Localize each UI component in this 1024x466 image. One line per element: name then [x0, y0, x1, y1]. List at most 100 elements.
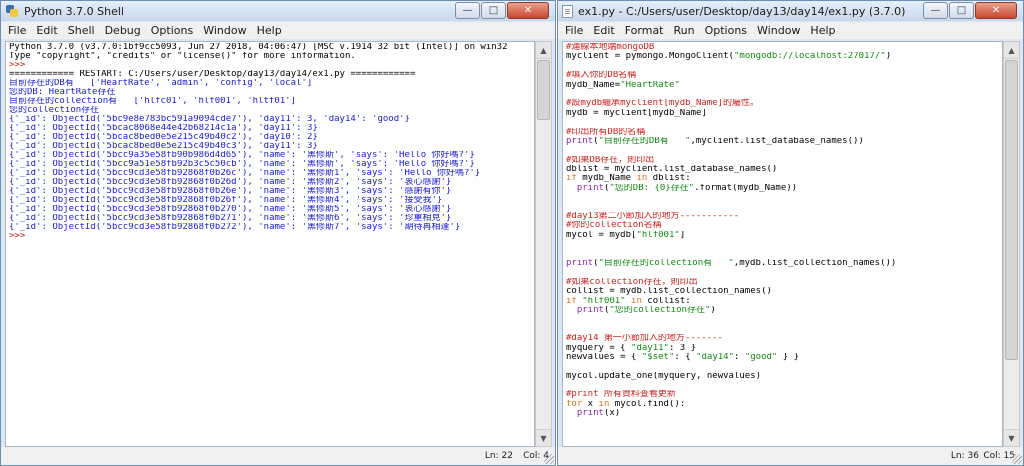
- code-token: mydb = myclient[mydb_Name]: [566, 108, 707, 118]
- shell-menu-edit[interactable]: Edit: [31, 24, 62, 37]
- shell-maximize-button[interactable]: □: [481, 2, 506, 19]
- shell-output[interactable]: Python 3.7.0 (v3.7.0:1bf9cc5093, Jun 27 …: [5, 41, 535, 447]
- shell-output-line: {'_id': ObjectId('5bcc9a51e58fb92b3c5c50…: [9, 160, 475, 169]
- resize-grip-icon[interactable]: [544, 454, 554, 464]
- editor-menu-run[interactable]: Run: [669, 24, 700, 37]
- code-token: "day11": [631, 343, 669, 353]
- editor-menu-help[interactable]: Help: [805, 24, 840, 37]
- code-token: #填入你的DB名稱: [566, 71, 637, 81]
- scroll-up-icon[interactable]: ▲: [536, 42, 551, 59]
- scroll-down-icon[interactable]: ▼: [536, 429, 551, 446]
- shell-vertical-scrollbar[interactable]: ▲ ▼: [535, 41, 552, 447]
- python-icon: [5, 4, 19, 18]
- code-line: #print 所有資料查看更新: [566, 390, 999, 399]
- shell-output-line: {'_id': ObjectId('5bcc9cd3e58fb92868f0b2…: [9, 196, 443, 205]
- code-line: for x in mycol.find():: [566, 400, 999, 409]
- code-line: #day13第二小節加入的地方-----------: [566, 212, 999, 221]
- code-line: #連線本地端mongoDB: [566, 43, 999, 52]
- editor-menu-edit[interactable]: Edit: [588, 24, 619, 37]
- editor-titlebar[interactable]: ex1.py - C:/Users/user/Desktop/day13/day…: [558, 1, 1023, 21]
- code-token: "good": [744, 352, 778, 362]
- editor-window[interactable]: ex1.py - C:/Users/user/Desktop/day13/day…: [557, 0, 1024, 466]
- code-line: #如果DB存在，則印出: [566, 156, 999, 165]
- code-line: myquery = { "day11": 3 }: [566, 344, 999, 353]
- code-line: #設mydb繼承myclient[mydb_Name]的屬性。: [566, 99, 999, 108]
- code-line: newvalues = { "$set": { "day14": "good" …: [566, 353, 999, 362]
- code-token: "您的DB: {0}存在": [609, 183, 695, 193]
- editor-status-col: Col: 15: [983, 451, 1015, 461]
- code-line: mydb_Name="HeartRate": [566, 81, 999, 90]
- code-token: } }: [777, 352, 800, 362]
- editor-window-controls: — □ ✕: [923, 2, 1017, 19]
- code-token: #print 所有資料查看更新: [566, 390, 676, 400]
- shell-scroll-thumb[interactable]: [537, 60, 550, 120]
- scroll-down-icon[interactable]: ▼: [1004, 429, 1019, 446]
- code-token: #如果DB存在，則印出: [566, 155, 655, 165]
- code-token: "$set": [641, 352, 675, 362]
- editor-code[interactable]: #連線本地端mongoDB myclient = pymongo.MongoCli…: [562, 41, 1003, 447]
- code-token: if: [566, 174, 577, 184]
- code-token: in: [636, 174, 648, 184]
- code-token: #印出所有DB的名稱: [566, 127, 646, 137]
- shell-output-line: {'_id': ObjectId('5bcc9cd3e58fb92868f0b2…: [9, 187, 452, 196]
- shell-output-line: {'_id': ObjectId('5bcc9cd3e58fb92868f0b2…: [9, 205, 452, 214]
- shell-output-line: 目前存在的collection有 ['hlfc01', 'hlf001', 'h…: [9, 97, 296, 106]
- shell-output-line: >>>: [9, 232, 31, 241]
- shell-menu-window[interactable]: Window: [198, 24, 251, 37]
- editor-close-button[interactable]: ✕: [975, 2, 1017, 19]
- code-token: (x): [603, 409, 621, 419]
- code-line: print("目前存在的DB有 ",myclient.list_database…: [566, 137, 999, 146]
- code-token: mycol = mydb[: [566, 230, 637, 240]
- editor-minimize-button[interactable]: —: [923, 2, 948, 19]
- editor-vertical-scrollbar[interactable]: ▲ ▼: [1003, 41, 1020, 447]
- code-token: "hlf001": [636, 230, 680, 240]
- code-token: in: [598, 399, 610, 409]
- editor-maximize-button[interactable]: □: [949, 2, 974, 19]
- shell-output-line: >>>: [9, 61, 31, 70]
- shell-menu-file[interactable]: File: [3, 24, 31, 37]
- code-line: mycol.update_one(myquery, newvalues): [566, 372, 999, 381]
- code-token: "day14": [696, 352, 734, 362]
- editor-menu-format[interactable]: Format: [620, 24, 669, 37]
- code-line: #填入你的DB名稱: [566, 71, 999, 80]
- scroll-up-icon[interactable]: ▲: [1004, 42, 1019, 59]
- code-line: #如果collection存在，則印出: [566, 278, 999, 287]
- shell-menu-options[interactable]: Options: [146, 24, 198, 37]
- code-token: ): [885, 52, 892, 62]
- code-line: #印出所有DB的名稱: [566, 128, 999, 137]
- editor-menu-window[interactable]: Window: [752, 24, 805, 37]
- code-line: print("您的collection存在"): [566, 306, 999, 315]
- code-token: "目前存在的collection有 ": [598, 258, 734, 268]
- shell-output-line: {'_id': ObjectId('5bcac8bed0e5e215c49b40…: [9, 142, 318, 151]
- editor-menu-file[interactable]: File: [560, 24, 588, 37]
- code-token: print: [566, 258, 594, 268]
- code-token: collist:: [641, 296, 691, 306]
- editor-menu-options[interactable]: Options: [700, 24, 752, 37]
- resize-grip-icon[interactable]: [1012, 454, 1022, 464]
- shell-menu-debug[interactable]: Debug: [100, 24, 146, 37]
- shell-window[interactable]: Python 3.7.0 Shell — □ ✕ File Edit Shell De…: [0, 0, 556, 466]
- shell-output-line: {'_id': ObjectId('5bcac8bed0e5e215c49b40…: [9, 133, 318, 142]
- shell-titlebar[interactable]: Python 3.7.0 Shell — □ ✕: [1, 1, 555, 21]
- shell-close-button[interactable]: ✕: [507, 2, 549, 19]
- shell-output-line: 目前存在的DB有 ['HeartRate', 'admin', 'config'…: [9, 79, 313, 88]
- code-token: print: [576, 409, 604, 419]
- code-line: print(x): [566, 409, 999, 418]
- shell-minimize-button[interactable]: —: [455, 2, 480, 19]
- shell-output-line: Python 3.7.0 (v3.7.0:1bf9cc5093, Jun 27 …: [9, 43, 508, 52]
- code-token: ): [710, 305, 716, 315]
- shell-status-line: Ln: 22: [484, 451, 513, 461]
- shell-menu-help[interactable]: Help: [252, 24, 287, 37]
- code-token: print: [566, 136, 594, 146]
- code-token: "hlf001": [582, 296, 626, 306]
- shell-menu-shell[interactable]: Shell: [63, 24, 100, 37]
- editor-scroll-thumb[interactable]: [1005, 60, 1018, 360]
- code-line: #day14 第一小節加入的地方-------: [566, 334, 999, 343]
- code-token: #設mydb繼承myclient[mydb_Name]的屬性。: [566, 99, 760, 109]
